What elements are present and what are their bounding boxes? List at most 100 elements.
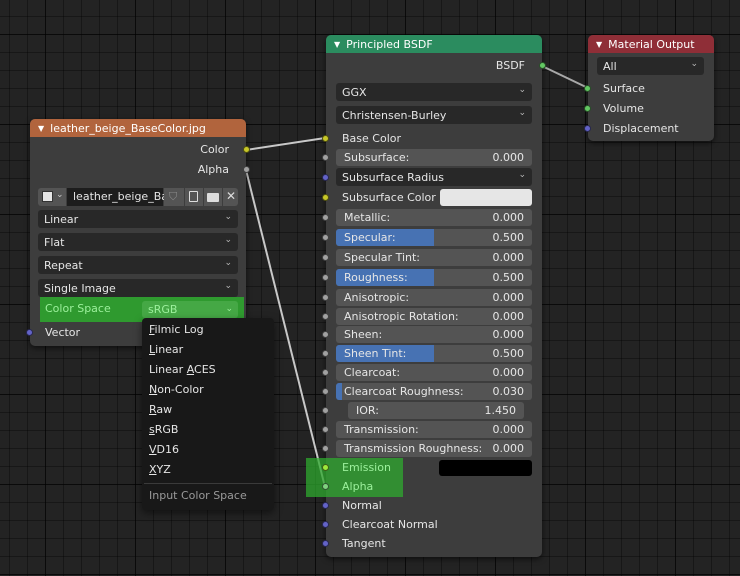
chevron-down-icon: ⌄ — [518, 85, 526, 95]
ior-slider[interactable]: IOR: 1.450 — [348, 402, 524, 419]
chevron-down-icon: ⌄ — [224, 235, 232, 245]
metallic-slider[interactable]: Metallic: 0.000 — [336, 209, 532, 226]
clearcoat-slider[interactable]: Clearcoat: 0.000 — [336, 364, 532, 381]
input-transmission-socket[interactable] — [322, 426, 329, 433]
bsdf-node-header[interactable]: ▼ Principled BSDF — [326, 35, 542, 53]
collapse-arrow-icon[interactable]: ▼ — [38, 124, 44, 133]
interpolation-value: Linear — [44, 212, 79, 226]
open-folder-icon — [207, 193, 219, 202]
roughness-slider[interactable]: Roughness: 0.500 — [336, 269, 532, 286]
input-roughness-socket[interactable] — [322, 274, 329, 281]
sheen-tint-slider[interactable]: Sheen Tint: 0.500 — [336, 345, 532, 362]
input-base-color-socket[interactable] — [322, 135, 329, 142]
menu-item[interactable]: Linear ACES — [149, 363, 216, 376]
menu-item[interactable]: XYZ — [149, 463, 171, 476]
interpolation-dropdown[interactable]: Linear ⌄ — [38, 210, 238, 228]
fake-user-button[interactable]: ⛉ — [164, 188, 184, 206]
image-name-field[interactable]: leather_beige_Ba.. — [67, 188, 175, 206]
extension-dropdown[interactable]: Repeat ⌄ — [38, 256, 238, 274]
output-color-socket[interactable] — [243, 146, 250, 153]
image-texture-node[interactable]: ▼ leather_beige_BaseColor.jpg Color Alph… — [26, 119, 250, 346]
menu-item-text: RGB — [154, 423, 179, 436]
distribution-dropdown[interactable]: GGX ⌄ — [336, 83, 532, 101]
duplicate-icon — [189, 191, 198, 202]
menu-item-text: D16 — [156, 443, 179, 456]
menu-item[interactable]: sRGB — [149, 423, 178, 436]
chevron-down-icon: ⌄ — [518, 108, 526, 118]
input-specular-socket[interactable] — [322, 234, 329, 241]
input-surface-socket[interactable] — [584, 85, 591, 92]
image-node-header[interactable]: ▼ leather_beige_BaseColor.jpg — [30, 119, 246, 137]
subsurface-slider[interactable]: Subsurface: 0.000 — [336, 149, 532, 166]
collapse-arrow-icon[interactable]: ▼ — [334, 40, 340, 49]
input-tangent-socket[interactable] — [322, 540, 329, 547]
sheen-slider[interactable]: Sheen: 0.000 — [336, 326, 532, 343]
input-anisotropic-socket[interactable] — [322, 294, 329, 301]
image-browse-button[interactable]: ⌄ — [38, 188, 66, 206]
input-displacement-socket[interactable] — [584, 125, 591, 132]
unlink-x-icon: ✕ — [226, 189, 237, 203]
menu-item[interactable]: VD16 — [149, 443, 179, 456]
specular-slider[interactable]: Specular: 0.500 — [336, 229, 532, 246]
chevron-down-icon: ⌄ — [224, 212, 232, 222]
open-image-button[interactable] — [204, 188, 222, 206]
material-output-node[interactable]: ▼ Material Output All ⌄ Surface Volume D… — [584, 35, 714, 141]
input-clearcoat-normal-socket[interactable] — [322, 521, 329, 528]
base-color-label: Base Color — [342, 132, 402, 145]
menu-item[interactable]: Raw — [149, 403, 172, 416]
principled-bsdf-node[interactable]: ▼ Principled BSDF BSDF GGX ⌄ Christensen… — [306, 35, 546, 557]
collapse-arrow-icon[interactable]: ▼ — [596, 40, 602, 49]
subsurface-color-swatch[interactable] — [440, 189, 532, 206]
output-alpha-socket[interactable] — [243, 166, 250, 173]
anisotropic-rotation-slider[interactable]: Anisotropic Rotation: 0.000 — [336, 308, 532, 325]
input-normal-socket[interactable] — [322, 502, 329, 509]
subsurface-color-label: Subsurface Color — [342, 191, 436, 204]
input-sheen-socket[interactable] — [322, 331, 329, 338]
unlink-image-button[interactable]: ✕ — [223, 188, 238, 206]
displacement-label: Displacement — [603, 122, 679, 135]
subsurface-method-dropdown[interactable]: Christensen-Burley ⌄ — [336, 106, 532, 124]
fake-user-shield-icon: ⛉ — [169, 190, 178, 203]
input-emission-socket[interactable] — [322, 464, 329, 471]
transmission-slider[interactable]: Transmission: 0.000 — [336, 421, 532, 438]
input-vector-socket[interactable] — [26, 329, 33, 336]
output-node-header[interactable]: ▼ Material Output — [588, 35, 714, 53]
anisotropic-slider[interactable]: Anisotropic: 0.000 — [336, 289, 532, 306]
slider-label: Roughness: — [344, 271, 408, 284]
subsurface-radius-dropdown[interactable]: Subsurface Radius ⌄ — [336, 168, 532, 186]
input-specular-tint-socket[interactable] — [322, 254, 329, 261]
input-subsurface-radius-socket[interactable] — [322, 174, 329, 181]
specular-tint-slider[interactable]: Specular Tint: 0.000 — [336, 249, 532, 266]
input-sheen-tint-socket[interactable] — [322, 350, 329, 357]
menu-item[interactable]: Non-Color — [149, 383, 204, 396]
color-space-dropdown[interactable]: sRGB ⌄ — [142, 301, 238, 318]
menu-item-accelerator: A — [186, 363, 195, 376]
input-subsurface-socket[interactable] — [322, 154, 329, 161]
slider-label: Clearcoat: — [344, 366, 401, 379]
projection-dropdown[interactable]: Flat ⌄ — [38, 233, 238, 251]
input-alpha-socket[interactable] — [322, 483, 329, 490]
output-alpha-label: Alpha — [197, 163, 229, 176]
chevron-down-icon: ⌄ — [518, 170, 526, 180]
slider-value: 0.500 — [492, 347, 525, 360]
duplicate-image-button[interactable] — [185, 188, 203, 206]
clearcoat-roughness-slider[interactable]: Clearcoat Roughness: 0.030 — [336, 383, 532, 400]
input-volume-socket[interactable] — [584, 105, 591, 112]
output-bsdf-socket[interactable] — [539, 62, 546, 69]
render-target-dropdown[interactable]: All ⌄ — [597, 57, 704, 75]
input-ior-socket[interactable] — [322, 407, 329, 414]
projection-value: Flat — [44, 235, 65, 249]
emission-color-swatch[interactable] — [439, 460, 532, 476]
subsurface-method-value: Christensen-Burley — [342, 108, 447, 122]
source-dropdown[interactable]: Single Image ⌄ — [38, 279, 238, 297]
input-transmission-roughness-socket[interactable] — [322, 445, 329, 452]
input-clearcoat-roughness-socket[interactable] — [322, 388, 329, 395]
menu-item[interactable]: Linear — [149, 343, 183, 356]
input-anisotropic-rotation-socket[interactable] — [322, 313, 329, 320]
input-subsurface-color-socket[interactable] — [322, 194, 329, 201]
input-clearcoat-socket[interactable] — [322, 369, 329, 376]
menu-item[interactable]: Filmic Log — [149, 323, 204, 336]
slider-value: 0.500 — [492, 231, 525, 244]
input-metallic-socket[interactable] — [322, 214, 329, 221]
transmission-roughness-slider[interactable]: Transmission Roughness: 0.000 — [336, 440, 532, 457]
